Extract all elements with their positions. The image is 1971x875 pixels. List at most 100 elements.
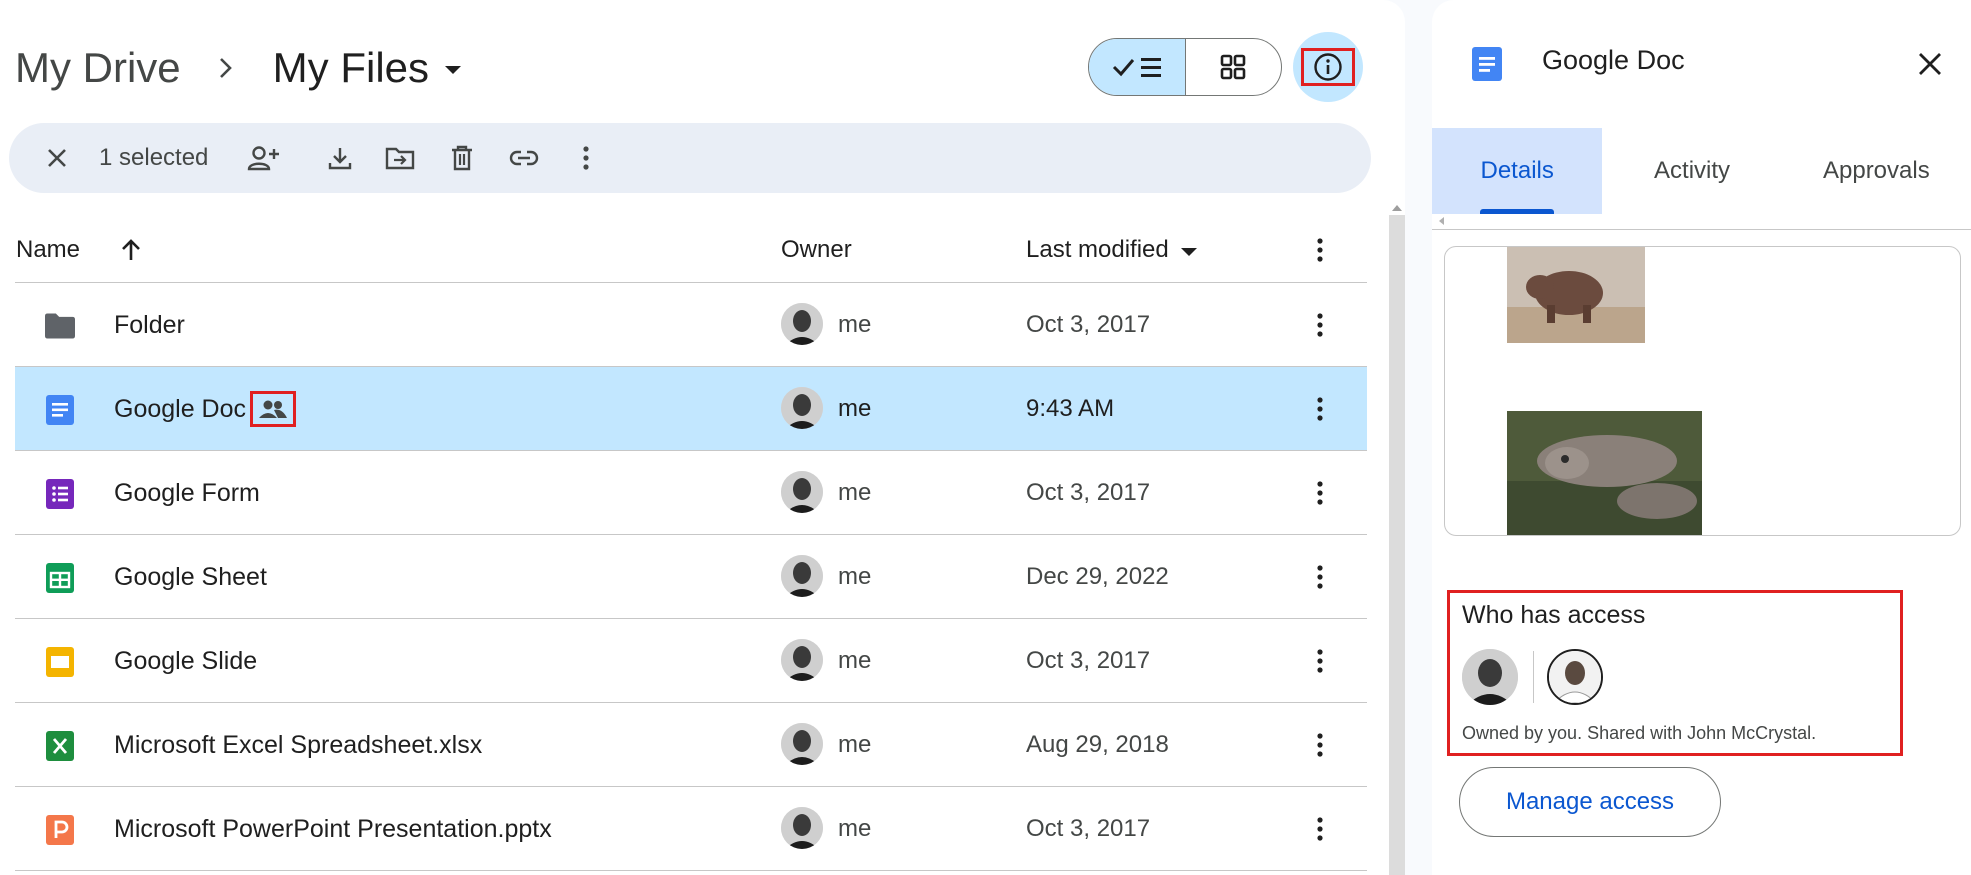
copy-link-button[interactable]: [496, 130, 552, 186]
scroll-up-arrow-icon[interactable]: [1392, 205, 1402, 211]
file-name: Google Sheet: [114, 562, 267, 591]
more-vertical-icon: [583, 146, 590, 170]
vertical-scrollbar[interactable]: [1389, 215, 1405, 875]
file-name: Google Form: [114, 478, 260, 507]
more-vertical-icon: [1317, 817, 1323, 841]
google-sheet-icon: [45, 563, 75, 593]
more-vertical-icon: [1317, 733, 1323, 757]
row-more-button[interactable]: [1300, 473, 1340, 513]
view-details-button[interactable]: [1293, 32, 1363, 102]
breadcrumb-my-files[interactable]: My Files: [273, 44, 462, 92]
file-name-cell: Google Doc: [114, 367, 297, 451]
modified-date: 9:43 AM: [1026, 395, 1115, 422]
table-row[interactable]: Google Form me Oct 3, 2017: [15, 451, 1367, 535]
file-name: Microsoft Excel Spreadsheet.xlsx: [114, 730, 483, 759]
file-name: Microsoft PowerPoint Presentation.pptx: [114, 814, 552, 843]
active-tab-indicator: [1480, 209, 1554, 214]
row-more-button[interactable]: [1300, 305, 1340, 345]
avatar-divider: [1533, 651, 1534, 703]
owner-avatar[interactable]: [1462, 649, 1518, 705]
share-button[interactable]: [236, 130, 292, 186]
details-title: Google Doc: [1542, 45, 1685, 75]
google-slide-icon: [45, 647, 75, 677]
tab-approvals-label: Approvals: [1822, 157, 1930, 184]
trash-icon: [452, 145, 473, 171]
owner-name: me: [838, 311, 872, 338]
owner-name: me: [838, 647, 872, 674]
selection-toolbar: 1 selected: [9, 123, 1371, 193]
shared-indicator: [250, 391, 297, 427]
chevron-right-icon: [219, 55, 235, 81]
file-list: Folder me Oct 3, 2017 Google Doc me 9:43…: [15, 283, 1367, 871]
table-row[interactable]: Microsoft PowerPoint Presentation.pptx m…: [15, 787, 1367, 871]
tab-approvals[interactable]: Approvals: [1782, 128, 1971, 214]
manage-access-button[interactable]: Manage access: [1459, 767, 1721, 837]
view-toggle: [1088, 38, 1282, 96]
info-icon: [1314, 53, 1342, 81]
grid-icon: [1220, 54, 1246, 80]
breadcrumb-my-drive[interactable]: My Drive: [15, 44, 181, 92]
details-tabs: Details Activity Approvals: [1432, 128, 1971, 214]
owner-name: me: [838, 479, 872, 506]
more-vertical-icon: [1317, 565, 1323, 589]
table-row[interactable]: Google Slide me Oct 3, 2017: [15, 619, 1367, 703]
people-icon: [259, 400, 288, 418]
google-form-icon: [45, 479, 75, 509]
row-more-button[interactable]: [1300, 641, 1340, 681]
file-preview[interactable]: [1444, 246, 1961, 536]
avatar: [781, 471, 823, 513]
download-button[interactable]: [312, 130, 368, 186]
clear-selection-button[interactable]: [29, 130, 85, 186]
tab-activity-label: Activity: [1654, 157, 1731, 184]
owner-name: me: [838, 563, 872, 590]
table-row[interactable]: Folder me Oct 3, 2017: [15, 283, 1367, 367]
preview-image-hippo-standing: [1507, 247, 1645, 343]
access-description: Owned by you. Shared with John McCrystal…: [1462, 723, 1817, 743]
avatar: [781, 387, 823, 429]
file-browser: My Drive My Files 1 selected Name Owner …: [0, 0, 1405, 875]
arrow-up-icon: [122, 239, 140, 260]
breadcrumb: My Drive My Files: [15, 38, 462, 98]
folder-icon: [45, 311, 75, 341]
avatar: [781, 639, 823, 681]
tab-scroll-left-icon[interactable]: [1439, 217, 1444, 225]
row-more-button[interactable]: [1300, 389, 1340, 429]
table-row[interactable]: Microsoft Excel Spreadsheet.xlsx me Aug …: [15, 703, 1367, 787]
download-icon: [329, 148, 352, 170]
table-row[interactable]: Google Doc me 9:43 AM: [15, 367, 1367, 451]
table-row[interactable]: Google Sheet me Dec 29, 2022: [15, 535, 1367, 619]
modified-date: Oct 3, 2017: [1026, 647, 1151, 674]
owner-name: me: [838, 731, 872, 758]
row-more-button[interactable]: [1300, 557, 1340, 597]
share-person-add-icon: [248, 146, 280, 171]
list-view-button[interactable]: [1089, 39, 1186, 95]
tab-details-label: Details: [1480, 157, 1554, 184]
sort-ascending-button[interactable]: [120, 230, 142, 270]
column-header-last-modified[interactable]: Last modified: [1026, 230, 1197, 270]
link-icon: [510, 150, 539, 166]
column-header-owner: Owner: [781, 236, 852, 263]
row-more-button[interactable]: [1300, 725, 1340, 765]
grid-view-button[interactable]: [1186, 39, 1282, 95]
tabs-divider: [1432, 229, 1971, 230]
more-actions-button[interactable]: [558, 130, 614, 186]
tab-details[interactable]: Details: [1432, 128, 1603, 214]
close-details-button[interactable]: [1910, 44, 1950, 84]
avatar: [781, 555, 823, 597]
column-header-name[interactable]: Name: [16, 230, 80, 270]
tab-activity[interactable]: Activity: [1602, 128, 1781, 214]
row-more-button[interactable]: [1300, 809, 1340, 849]
close-icon: [1919, 53, 1941, 75]
column-options-button[interactable]: [1300, 230, 1340, 270]
move-to-folder-icon: [386, 147, 415, 170]
delete-button[interactable]: [434, 130, 490, 186]
info-highlight-box: [1301, 48, 1355, 86]
column-header-last-modified-label: Last modified: [1026, 236, 1169, 263]
avatar: [781, 807, 823, 849]
modified-date: Oct 3, 2017: [1026, 479, 1151, 506]
preview-image-hippo-water: [1507, 411, 1702, 535]
shared-user-avatar[interactable]: [1547, 649, 1603, 705]
move-button[interactable]: [372, 130, 428, 186]
selected-count: 1 selected: [99, 144, 209, 171]
excel-icon: [45, 731, 75, 761]
